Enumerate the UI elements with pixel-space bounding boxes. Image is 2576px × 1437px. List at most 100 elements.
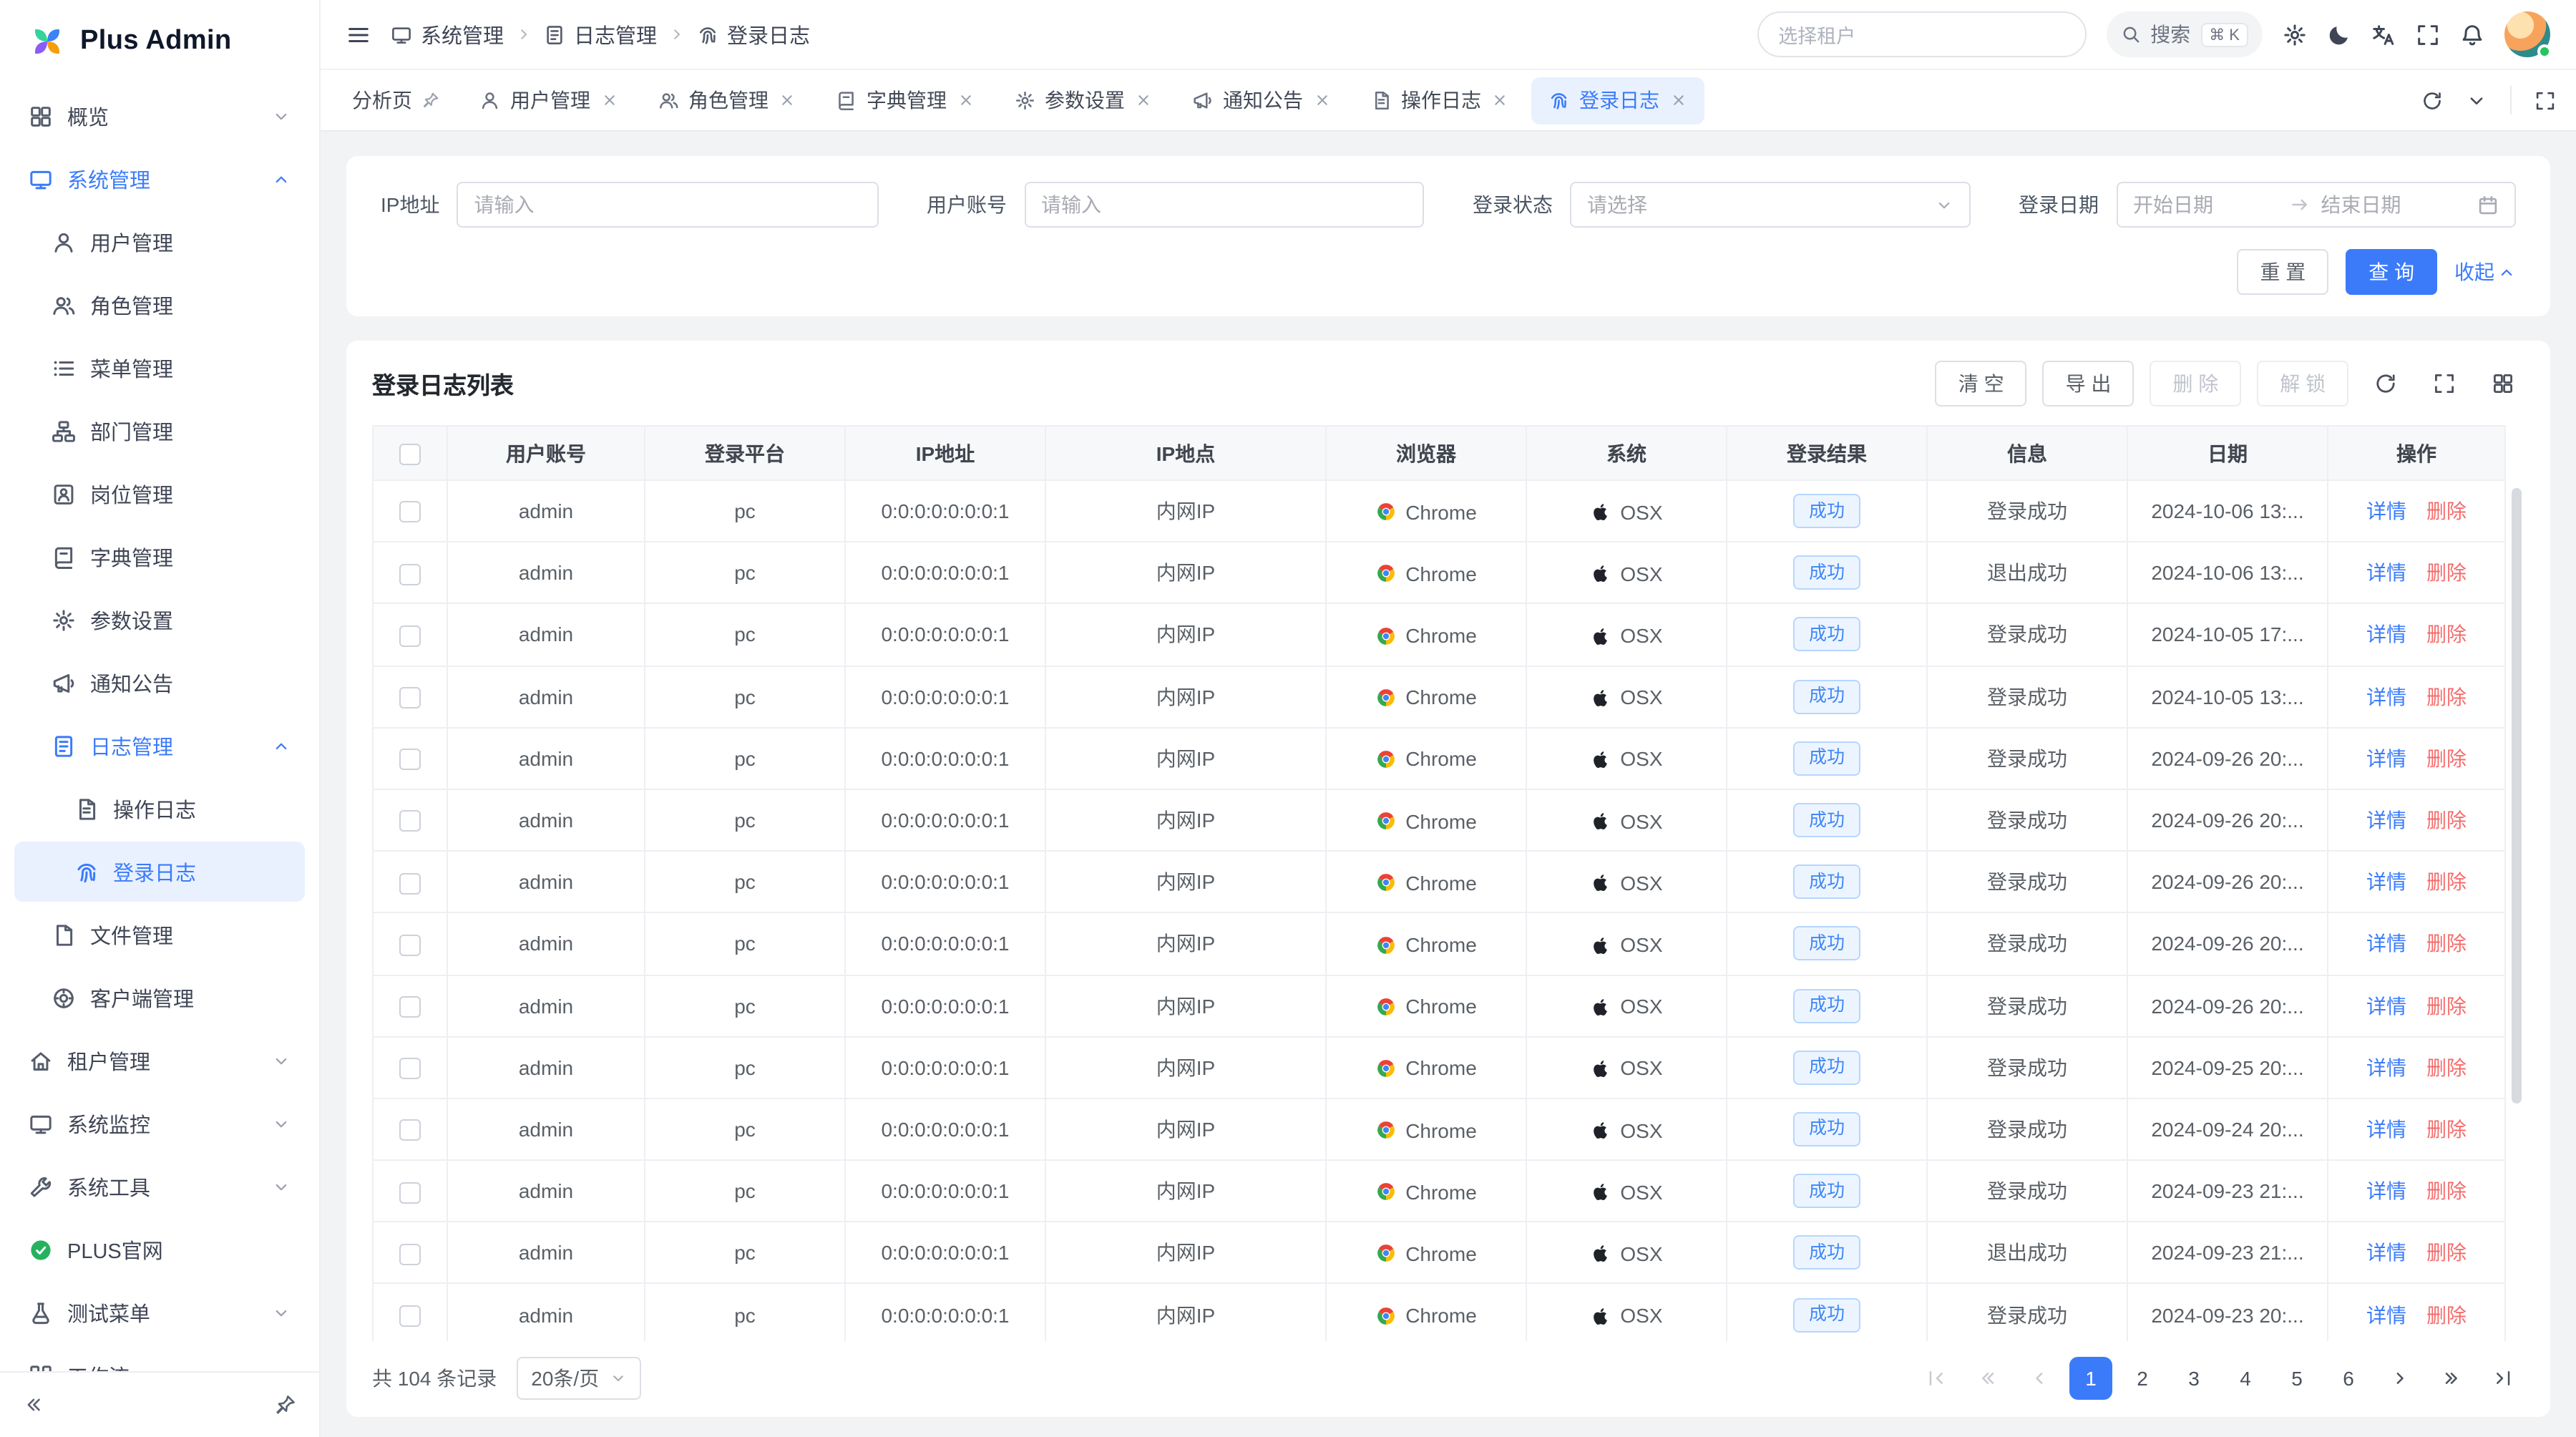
next-5-pages-button[interactable] — [2430, 1357, 2473, 1400]
settings-gear-button[interactable] — [2283, 22, 2307, 47]
row-checkbox[interactable] — [399, 872, 421, 894]
sidebar-item-operation-log[interactable]: 操作日志 — [14, 779, 305, 839]
sidebar-item-system-monitor[interactable]: 系统监控 — [14, 1093, 305, 1154]
sidebar-item-overview[interactable]: 概览 — [14, 86, 305, 146]
row-checkbox[interactable] — [399, 1058, 421, 1079]
export-button[interactable]: 导 出 — [2043, 361, 2135, 406]
tab-login-log[interactable]: 登录日志 — [1531, 77, 1704, 124]
close-icon[interactable] — [1669, 92, 1687, 109]
row-checkbox[interactable] — [399, 749, 421, 770]
clear-button[interactable]: 清 空 — [1936, 361, 2027, 406]
sidebar-item-system-tools[interactable]: 系统工具 — [14, 1156, 305, 1217]
close-icon[interactable] — [779, 92, 796, 109]
next-page-button[interactable] — [2379, 1357, 2421, 1400]
detail-link[interactable]: 详情 — [2366, 1118, 2406, 1141]
prev-page-button[interactable] — [2018, 1357, 2061, 1400]
row-checkbox[interactable] — [399, 1305, 421, 1327]
pin-icon[interactable] — [422, 92, 439, 109]
table-scrollbar[interactable] — [2512, 488, 2522, 1104]
detail-link[interactable]: 详情 — [2366, 932, 2406, 955]
tab-operation-log[interactable]: 操作日志 — [1353, 77, 1526, 124]
detail-link[interactable]: 详情 — [2366, 500, 2406, 522]
sidebar-item-log-management[interactable]: 日志管理 — [14, 716, 305, 776]
prev-5-pages-button[interactable] — [1966, 1357, 2009, 1400]
first-page-button[interactable] — [1915, 1357, 1958, 1400]
sidebar-item-menu-management[interactable]: 菜单管理 — [14, 338, 305, 398]
detail-link[interactable]: 详情 — [2366, 1303, 2406, 1326]
delete-link[interactable]: 删除 — [2426, 562, 2467, 585]
refresh-icon[interactable] — [2421, 89, 2443, 111]
language-switch-button[interactable] — [2371, 22, 2396, 47]
status-select[interactable]: 请选择 — [1570, 182, 1970, 228]
page-button-1[interactable]: 1 — [2069, 1357, 2112, 1400]
select-all-checkbox[interactable] — [399, 444, 421, 465]
chevron-down-icon[interactable] — [2466, 89, 2487, 111]
sidebar-item-post-management[interactable]: 岗位管理 — [14, 464, 305, 524]
delete-link[interactable]: 删除 — [2426, 1179, 2467, 1202]
sidebar-item-file-management[interactable]: 文件管理 — [14, 905, 305, 965]
account-input[interactable] — [1024, 182, 1424, 228]
ip-input[interactable] — [457, 182, 878, 228]
page-button-3[interactable]: 3 — [2172, 1357, 2215, 1400]
tab-user-management[interactable]: 用户管理 — [462, 77, 635, 124]
sidebar-item-client-management[interactable]: 客户端管理 — [14, 968, 305, 1028]
hamburger-menu-button[interactable] — [346, 22, 371, 47]
collapse-filter-link[interactable]: 收起 — [2454, 258, 2516, 286]
row-checkbox[interactable] — [399, 625, 421, 647]
detail-link[interactable]: 详情 — [2366, 747, 2406, 770]
detail-link[interactable]: 详情 — [2366, 623, 2406, 646]
detail-link[interactable]: 详情 — [2366, 870, 2406, 893]
close-icon[interactable] — [600, 92, 618, 109]
tenant-select[interactable]: 选择租户 — [1757, 11, 2086, 57]
sidebar-item-user-management[interactable]: 用户管理 — [14, 212, 305, 272]
page-button-6[interactable]: 6 — [2327, 1357, 2370, 1400]
delete-link[interactable]: 删除 — [2426, 1303, 2467, 1326]
row-checkbox[interactable] — [399, 502, 421, 523]
fullscreen-button[interactable] — [2416, 22, 2440, 47]
close-icon[interactable] — [1313, 92, 1330, 109]
breadcrumb-system-management[interactable]: 系统管理 — [391, 19, 504, 49]
sidebar-item-dept-management[interactable]: 部门管理 — [14, 401, 305, 461]
notifications-button[interactable] — [2460, 22, 2484, 47]
detail-link[interactable]: 详情 — [2366, 1179, 2406, 1202]
page-button-5[interactable]: 5 — [2275, 1357, 2318, 1400]
delete-link[interactable]: 删除 — [2426, 1242, 2467, 1265]
row-checkbox[interactable] — [399, 1243, 421, 1265]
row-checkbox[interactable] — [399, 563, 421, 585]
page-button-4[interactable]: 4 — [2224, 1357, 2267, 1400]
sidebar-item-param-settings[interactable]: 参数设置 — [14, 590, 305, 650]
delete-link[interactable]: 删除 — [2426, 1118, 2467, 1141]
detail-link[interactable]: 详情 — [2366, 685, 2406, 708]
delete-link[interactable]: 删除 — [2426, 994, 2467, 1017]
delete-link[interactable]: 删除 — [2426, 809, 2467, 832]
delete-link[interactable]: 删除 — [2426, 500, 2467, 522]
pin-sidebar-icon[interactable] — [275, 1394, 296, 1416]
detail-link[interactable]: 详情 — [2366, 1056, 2406, 1079]
detail-link[interactable]: 详情 — [2366, 562, 2406, 585]
user-avatar[interactable] — [2504, 11, 2550, 57]
delete-link[interactable]: 删除 — [2426, 623, 2467, 646]
delete-link[interactable]: 删除 — [2426, 685, 2467, 708]
row-checkbox[interactable] — [399, 1120, 421, 1141]
dark-mode-toggle[interactable] — [2327, 22, 2351, 47]
close-icon[interactable] — [1491, 92, 1508, 109]
detail-link[interactable]: 详情 — [2366, 994, 2406, 1017]
sidebar-item-workflow[interactable]: 工作流 — [14, 1345, 305, 1371]
delete-link[interactable]: 删除 — [2426, 747, 2467, 770]
delete-link[interactable]: 删除 — [2426, 1056, 2467, 1079]
row-checkbox[interactable] — [399, 1182, 421, 1203]
sidebar-item-plus-website[interactable]: PLUS官网 — [14, 1219, 305, 1280]
refresh-table-button[interactable] — [2364, 362, 2407, 405]
page-button-2[interactable]: 2 — [2121, 1357, 2164, 1400]
expand-layout-icon[interactable] — [2534, 89, 2556, 111]
global-search[interactable]: 搜索 ⌘ K — [2106, 11, 2263, 57]
unlock-button[interactable]: 解 锁 — [2257, 361, 2348, 406]
date-range-picker[interactable]: 开始日期 结束日期 — [2116, 182, 2516, 228]
fullscreen-table-button[interactable] — [2423, 362, 2466, 405]
sidebar-item-test-menu[interactable]: 测试菜单 — [14, 1282, 305, 1343]
breadcrumb-login-log[interactable]: 登录日志 — [697, 19, 810, 49]
collapse-sidebar-icon[interactable] — [23, 1394, 44, 1416]
tab-analysis[interactable]: 分析页 — [335, 77, 457, 124]
row-checkbox[interactable] — [399, 935, 421, 956]
column-settings-button[interactable] — [2482, 362, 2524, 405]
